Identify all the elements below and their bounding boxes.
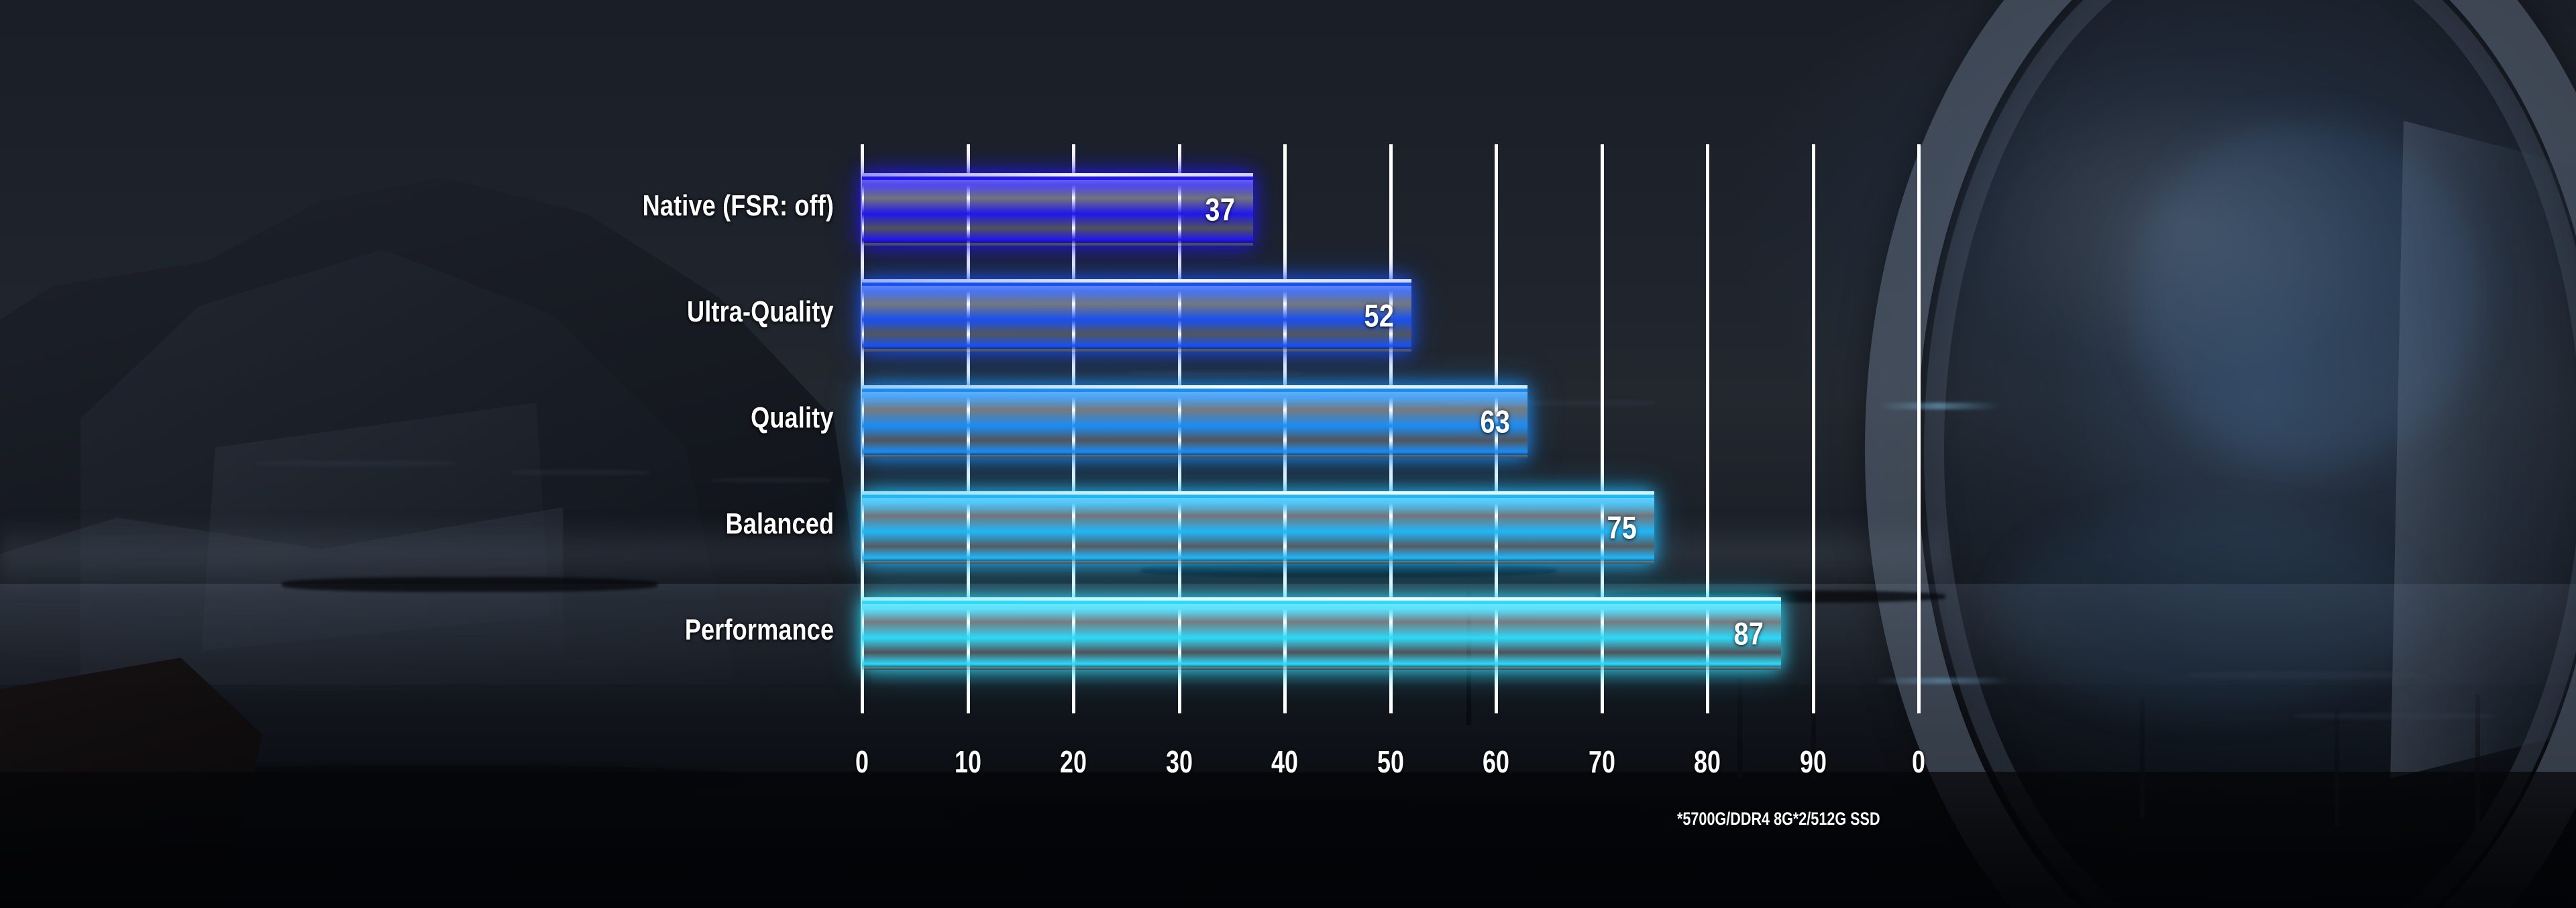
category-label-2: Quality [751, 401, 834, 434]
bar-highlight-bottom [862, 561, 1655, 564]
x-tick-label-0-10: 0 [1912, 744, 1925, 779]
bar-chart: 37 52 63 75 87 Native (FSR: off) Ultra-Qualit… [0, 0, 2576, 908]
bar-sheen [862, 604, 1782, 621]
x-tick-label-60-6: 60 [1483, 744, 1509, 779]
x-tick-label-0-0: 0 [855, 744, 869, 779]
category-label-3: Balanced [725, 507, 834, 540]
bar-value-label: 87 [1733, 615, 1764, 652]
bar-sheen [862, 180, 1253, 197]
x-tick-label-80-8: 80 [1694, 744, 1721, 779]
x-tick-label-40-4: 40 [1271, 744, 1298, 779]
category-label-4: Performance [684, 613, 834, 646]
bar-sheen [862, 392, 1528, 409]
bar-0: 37 [862, 173, 1253, 246]
bar-sheen [862, 498, 1655, 515]
x-tick-label-20-2: 20 [1060, 744, 1087, 779]
bar-value-label: 52 [1364, 297, 1394, 334]
bar-value-label: 37 [1205, 191, 1236, 228]
gridline-100 [1917, 144, 1921, 713]
screenshot-root: 37 52 63 75 87 Native (FSR: off) Ultra-Qualit… [0, 0, 2576, 908]
bar-value-label: 75 [1607, 509, 1638, 546]
gridline-90 [1811, 144, 1815, 713]
bar-4: 87 [862, 597, 1782, 670]
bar-sheen [862, 286, 1411, 303]
x-tick-label-50-5: 50 [1377, 744, 1404, 779]
x-tick-label-30-3: 30 [1165, 744, 1193, 779]
bar-1: 52 [862, 279, 1411, 352]
bar-2: 63 [862, 385, 1528, 458]
category-label-1: Ultra-Quality [687, 295, 834, 328]
chart-footnote: *5700G/DDR4 8G*2/512G SSD [1677, 809, 1880, 829]
bar-highlight-top [862, 385, 1528, 389]
bar-highlight-bottom [862, 243, 1253, 246]
bar-highlight-top [862, 279, 1411, 283]
x-tick-label-70-7: 70 [1588, 744, 1615, 779]
x-tick-label-90-9: 90 [1799, 744, 1827, 779]
bar-highlight-top [862, 173, 1253, 176]
bar-value-label: 63 [1480, 403, 1511, 440]
category-label-0: Native (FSR: off) [642, 189, 834, 222]
bar-highlight-top [862, 491, 1655, 495]
bar-highlight-bottom [862, 667, 1782, 670]
bar-highlight-bottom [862, 455, 1528, 458]
bar-highlight-top [862, 597, 1782, 601]
bar-highlight-bottom [862, 349, 1411, 352]
x-tick-label-10-1: 10 [954, 744, 981, 779]
bar-3: 75 [862, 491, 1655, 564]
